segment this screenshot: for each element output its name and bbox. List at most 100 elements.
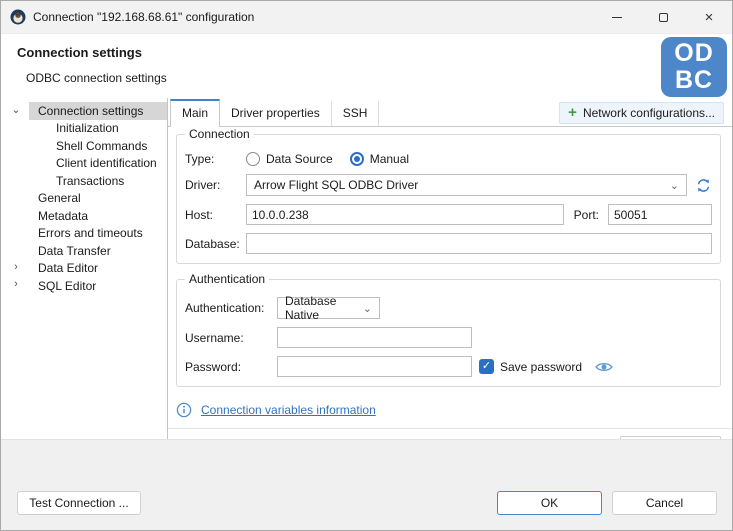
sidebar-item-text: General [38, 191, 81, 205]
radio-data-source-label: Data Source [266, 152, 333, 166]
sidebar-item-errors-and-timeouts[interactable]: Errors and timeouts [1, 225, 167, 243]
sidebar-item-text: Errors and timeouts [38, 226, 143, 240]
page-subtitle: ODBC connection settings [26, 71, 167, 85]
connection-group-title: Connection [185, 127, 254, 141]
network-configurations-button[interactable]: + Network configurations... [559, 102, 724, 124]
radio-data-source[interactable]: Data Source [246, 152, 333, 166]
main-panel: MainDriver propertiesSSH + Network confi… [168, 98, 732, 439]
authentication-group: Authentication Authentication: Database … [176, 279, 721, 387]
type-label: Type: [185, 152, 246, 166]
cancel-button[interactable]: Cancel [612, 491, 717, 515]
chevron-down-icon[interactable]: ⌄ [9, 103, 23, 116]
sidebar-item-connection-settings[interactable]: ⌄ Connection settings [1, 102, 167, 120]
authentication-group-title: Authentication [185, 272, 269, 286]
authentication-select-value: Database Native [285, 294, 357, 322]
authentication-select[interactable]: Database Native ⌄ [277, 297, 380, 319]
sidebar-item-metadata[interactable]: Metadata [1, 207, 167, 225]
network-configurations-label: Network configurations... [583, 106, 715, 120]
radio-manual-icon [350, 152, 364, 166]
tabs: MainDriver propertiesSSH [170, 99, 379, 126]
password-label: Password: [185, 360, 277, 374]
dialog-body: ⌄ Connection settings Initialization Shell … [1, 98, 732, 439]
maximize-icon [659, 13, 668, 22]
odbc-logo-line1: OD [674, 40, 714, 67]
sidebar-item-data-editor[interactable]: › Data Editor [1, 260, 167, 278]
database-row: Database: [185, 233, 712, 254]
save-password-checkbox[interactable]: ✓ [479, 359, 494, 374]
radio-manual-label: Manual [370, 152, 409, 166]
sidebar-item-label: Data Transfer [29, 242, 167, 260]
dialog-header: Connection settings ODBC connection sett… [1, 34, 732, 98]
odbc-logo: OD BC [661, 37, 727, 97]
sidebar-item-label: General [29, 190, 167, 208]
sidebar-item-label: Shell Commands [29, 137, 167, 155]
connection-group: Connection Type: Data Source Manual [176, 134, 721, 264]
radio-manual[interactable]: Manual [350, 152, 409, 166]
database-input[interactable] [246, 233, 712, 254]
bottom-button-bar: Test Connection ... OK Cancel [1, 439, 732, 530]
sidebar-item-label: Metadata [29, 207, 167, 225]
radio-data-source-icon [246, 152, 260, 166]
maximize-button[interactable] [640, 1, 686, 33]
driver-select-value: Arrow Flight SQL ODBC Driver [254, 178, 418, 192]
plus-icon: + [568, 108, 577, 118]
tab-ssh[interactable]: SSH [332, 101, 380, 126]
password-input[interactable] [277, 356, 472, 377]
port-label: Port: [574, 208, 599, 222]
host-label: Host: [185, 208, 246, 222]
connection-config-dialog: Connection "192.168.68.61" configuration… [0, 0, 733, 531]
host-input[interactable] [246, 204, 564, 225]
driver-label: Driver: [185, 178, 246, 192]
authentication-row: Authentication: Database Native ⌄ [185, 297, 712, 319]
chevron-right-icon[interactable]: › [9, 278, 23, 290]
connection-variables-link[interactable]: Connection variables information [201, 403, 376, 417]
window-title: Connection "192.168.68.61" configuration [33, 10, 254, 24]
tab-bar: MainDriver propertiesSSH + Network confi… [168, 98, 732, 127]
tab-main[interactable]: Main [170, 99, 220, 127]
sidebar-item-label: Client identification [29, 155, 167, 173]
sidebar-item-text: Shell Commands [56, 139, 147, 153]
show-password-eye-icon[interactable] [595, 360, 613, 374]
sidebar-item-text: SQL Editor [38, 279, 96, 293]
close-icon: × [705, 10, 714, 25]
sidebar-item-text: Client identification [56, 156, 157, 170]
port-input[interactable] [608, 204, 712, 225]
page-title: Connection settings [17, 45, 142, 60]
close-button[interactable]: × [686, 1, 732, 33]
sidebar-item-sql-editor[interactable]: › SQL Editor [1, 277, 167, 295]
test-connection-button[interactable]: Test Connection ... [17, 491, 141, 515]
sidebar-item-data-transfer[interactable]: Data Transfer [1, 242, 167, 260]
settings-tree: ⌄ Connection settings Initialization Shell … [1, 98, 168, 439]
titlebar: Connection "192.168.68.61" configuration… [1, 1, 732, 34]
password-row: Password: ✓ Save password [185, 356, 712, 377]
sidebar-item-text: Metadata [38, 209, 88, 223]
sidebar-item-client-identification[interactable]: Client identification [1, 155, 167, 173]
chevron-down-icon: ⌄ [363, 302, 372, 315]
ok-button[interactable]: OK [497, 491, 602, 515]
info-icon [176, 402, 192, 418]
sidebar-item-general[interactable]: General [1, 190, 167, 208]
sidebar-item-label: Initialization [29, 120, 167, 138]
sidebar-item-text: Data Editor [38, 261, 98, 275]
sidebar-item-text: Data Transfer [38, 244, 111, 258]
sidebar-item-text: Initialization [56, 121, 119, 135]
driver-row: Driver: Arrow Flight SQL ODBC Driver ⌄ [185, 174, 712, 196]
chevron-right-icon[interactable]: › [9, 261, 23, 273]
username-input[interactable] [277, 327, 472, 348]
chevron-down-icon: ⌄ [670, 179, 679, 192]
username-row: Username: [185, 327, 712, 348]
driver-select[interactable]: Arrow Flight SQL ODBC Driver ⌄ [246, 174, 687, 196]
odbc-logo-line2: BC [675, 67, 713, 94]
minimize-button[interactable] [594, 1, 640, 33]
tab-driver-properties[interactable]: Driver properties [220, 101, 332, 126]
sidebar-item-shell-commands[interactable]: Shell Commands [1, 137, 167, 155]
sidebar-item-initialization[interactable]: Initialization [1, 120, 167, 138]
authentication-label: Authentication: [185, 301, 277, 315]
sidebar-item-label: Transactions [29, 172, 167, 190]
sidebar-item-label: SQL Editor [29, 277, 167, 295]
sidebar-item-text: Transactions [56, 174, 124, 188]
driver-refresh-icon[interactable] [695, 177, 712, 194]
sidebar-item-text: Connection settings [38, 104, 143, 118]
save-password-label: Save password [500, 360, 582, 374]
sidebar-item-transactions[interactable]: Transactions [1, 172, 167, 190]
